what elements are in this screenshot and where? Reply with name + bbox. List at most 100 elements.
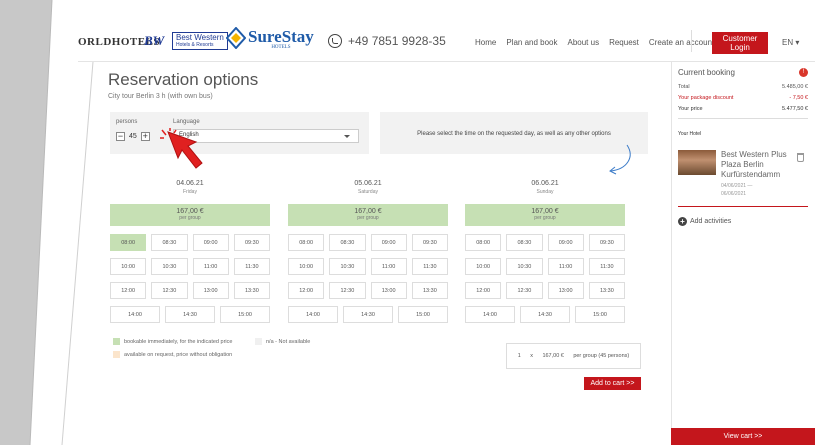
price-box[interactable]: 167,00 € per group — [465, 204, 625, 226]
time-slot[interactable]: 14:00 — [288, 306, 338, 323]
time-slot[interactable]: 09:00 — [192, 234, 229, 251]
time-slot[interactable]: 11:30 — [588, 258, 625, 275]
time-slot[interactable]: 11:30 — [233, 258, 270, 275]
time-slot[interactable]: 09:30 — [588, 234, 625, 251]
price-unit: per group — [534, 215, 556, 221]
language-switcher[interactable]: EN ▾ — [782, 38, 799, 47]
time-slot[interactable]: 13:00 — [370, 282, 407, 299]
time-slot[interactable]: 10:30 — [151, 258, 188, 275]
time-slot[interactable]: 10:00 — [288, 258, 325, 275]
cart-per: per group (45 persons) — [573, 353, 630, 359]
time-slot[interactable]: 08:00 — [288, 234, 325, 251]
legend-bookable: bookable immediately, for the indicated … — [113, 338, 232, 345]
time-slot[interactable]: 09:30 — [233, 234, 270, 251]
persons-value[interactable]: 45 — [129, 133, 137, 140]
time-slot[interactable]: 10:30 — [506, 258, 543, 275]
day-date: 06.06.21 — [531, 180, 559, 187]
time-slot[interactable]: 13:30 — [588, 282, 625, 299]
current-booking-panel: Current booking ! Total 5.485,00 € Your … — [671, 62, 815, 445]
time-slot[interactable]: 11:30 — [411, 258, 448, 275]
bestwestern-logo[interactable]: Best Western Hotels & Resorts — [172, 32, 228, 50]
price-box[interactable]: 167,00 € per group — [288, 204, 448, 226]
discount-row: Your package discount - 7,50 € — [678, 95, 808, 101]
time-slots-last: 14:00 14:30 15:00 — [465, 306, 625, 323]
time-slot[interactable]: 10:30 — [329, 258, 366, 275]
nav-create-account[interactable]: Create an account — [649, 38, 714, 47]
nav-request[interactable]: Request — [609, 38, 639, 47]
time-slot[interactable]: 14:30 — [165, 306, 215, 323]
time-slot[interactable]: 08:00 — [465, 234, 502, 251]
divider — [678, 118, 808, 119]
price-value: 167,00 € — [176, 208, 204, 215]
time-slot[interactable]: 12:00 — [288, 282, 325, 299]
hotel-image[interactable] — [678, 150, 716, 175]
time-slot[interactable]: 08:30 — [151, 234, 188, 251]
day-date: 04.06.21 — [176, 180, 204, 187]
surestay-logo[interactable]: SureStay HOTELS — [248, 28, 314, 51]
curved-arrow-icon — [609, 144, 631, 175]
time-slot[interactable]: 14:30 — [343, 306, 393, 323]
your-hotel-label: Your Hotel — [678, 131, 702, 137]
time-slot[interactable]: 13:00 — [192, 282, 229, 299]
day-weekday: Sunday — [536, 189, 554, 195]
day-column: 06.06.21 Sunday 167,00 € per group 08:00… — [465, 180, 625, 323]
view-cart-button[interactable]: View cart >> — [671, 428, 815, 445]
customer-login-button[interactable]: Customer Login — [712, 32, 768, 54]
nav-home[interactable]: Home — [475, 38, 496, 47]
time-slot[interactable]: 09:30 — [411, 234, 448, 251]
legend-on-request: available on request, price without obli… — [113, 351, 232, 358]
time-slot[interactable]: 08:30 — [329, 234, 366, 251]
alert-badge[interactable]: ! — [799, 68, 808, 77]
hotel-date-from: 04/06/2021 — — [721, 183, 753, 189]
time-slot[interactable]: 15:00 — [398, 306, 448, 323]
cart-times: x — [530, 353, 533, 359]
hotel-name[interactable]: Best Western Plus Plaza Berlin Kurfürste… — [721, 150, 796, 180]
decrement-button[interactable]: − — [116, 131, 125, 141]
discount-value: - 7,50 € — [789, 95, 808, 101]
nav-about-us[interactable]: About us — [568, 38, 600, 47]
total-value: 5.485,00 € — [782, 84, 808, 90]
day-weekday: Saturday — [357, 189, 378, 195]
header-divider — [691, 30, 692, 52]
time-slot[interactable]: 12:30 — [329, 282, 366, 299]
time-slot[interactable]: 15:00 — [220, 306, 270, 323]
nav-plan-and-book[interactable]: Plan and book — [506, 38, 557, 47]
increment-button[interactable]: + — [140, 131, 150, 141]
price-unit: per group — [357, 215, 379, 221]
time-slot[interactable]: 08:00 — [110, 234, 147, 251]
trash-icon[interactable] — [797, 153, 804, 162]
your-price-row: Your price 5.477,50 € — [678, 106, 808, 112]
add-to-cart-button[interactable]: Add to cart >> — [584, 377, 641, 390]
time-slot[interactable]: 10:00 — [110, 258, 147, 275]
time-slot[interactable]: 14:00 — [110, 306, 160, 323]
add-activities-text: Add activities — [690, 218, 732, 225]
time-slot[interactable]: 12:00 — [465, 282, 502, 299]
time-slot[interactable]: 09:00 — [370, 234, 407, 251]
chevron-down-icon — [344, 135, 350, 138]
time-slot[interactable]: 14:30 — [520, 306, 570, 323]
time-slot[interactable]: 12:30 — [151, 282, 188, 299]
phone-icon — [328, 34, 342, 48]
time-slot[interactable]: 14:00 — [465, 306, 515, 323]
price-box[interactable]: 167,00 € per group — [110, 204, 270, 226]
add-activities-link[interactable]: + Add activities — [678, 217, 731, 226]
time-slot[interactable]: 12:00 — [110, 282, 147, 299]
time-slot[interactable]: 11:00 — [547, 258, 584, 275]
surestay-icon — [226, 27, 246, 49]
language-label: Language — [173, 119, 200, 125]
time-slot[interactable]: 10:00 — [465, 258, 502, 275]
cart-qty: 1 — [517, 353, 521, 359]
legend-bookable-text: bookable immediately, for the indicated … — [124, 338, 233, 345]
time-slot[interactable]: 11:00 — [370, 258, 407, 275]
time-slot[interactable]: 13:00 — [547, 282, 584, 299]
time-slot[interactable]: 13:30 — [233, 282, 270, 299]
hotel-dates: 04/06/2021 — 06/06/2021 — [721, 182, 752, 198]
phone-number[interactable]: +49 7851 9928-35 — [328, 34, 446, 48]
time-slot[interactable]: 11:00 — [192, 258, 229, 275]
time-slot[interactable]: 13:30 — [411, 282, 448, 299]
time-slot[interactable]: 15:00 — [575, 306, 625, 323]
time-slot[interactable]: 12:30 — [506, 282, 543, 299]
bw-logo[interactable]: BW — [144, 33, 164, 49]
time-slot[interactable]: 08:30 — [506, 234, 543, 251]
time-slot[interactable]: 09:00 — [547, 234, 584, 251]
